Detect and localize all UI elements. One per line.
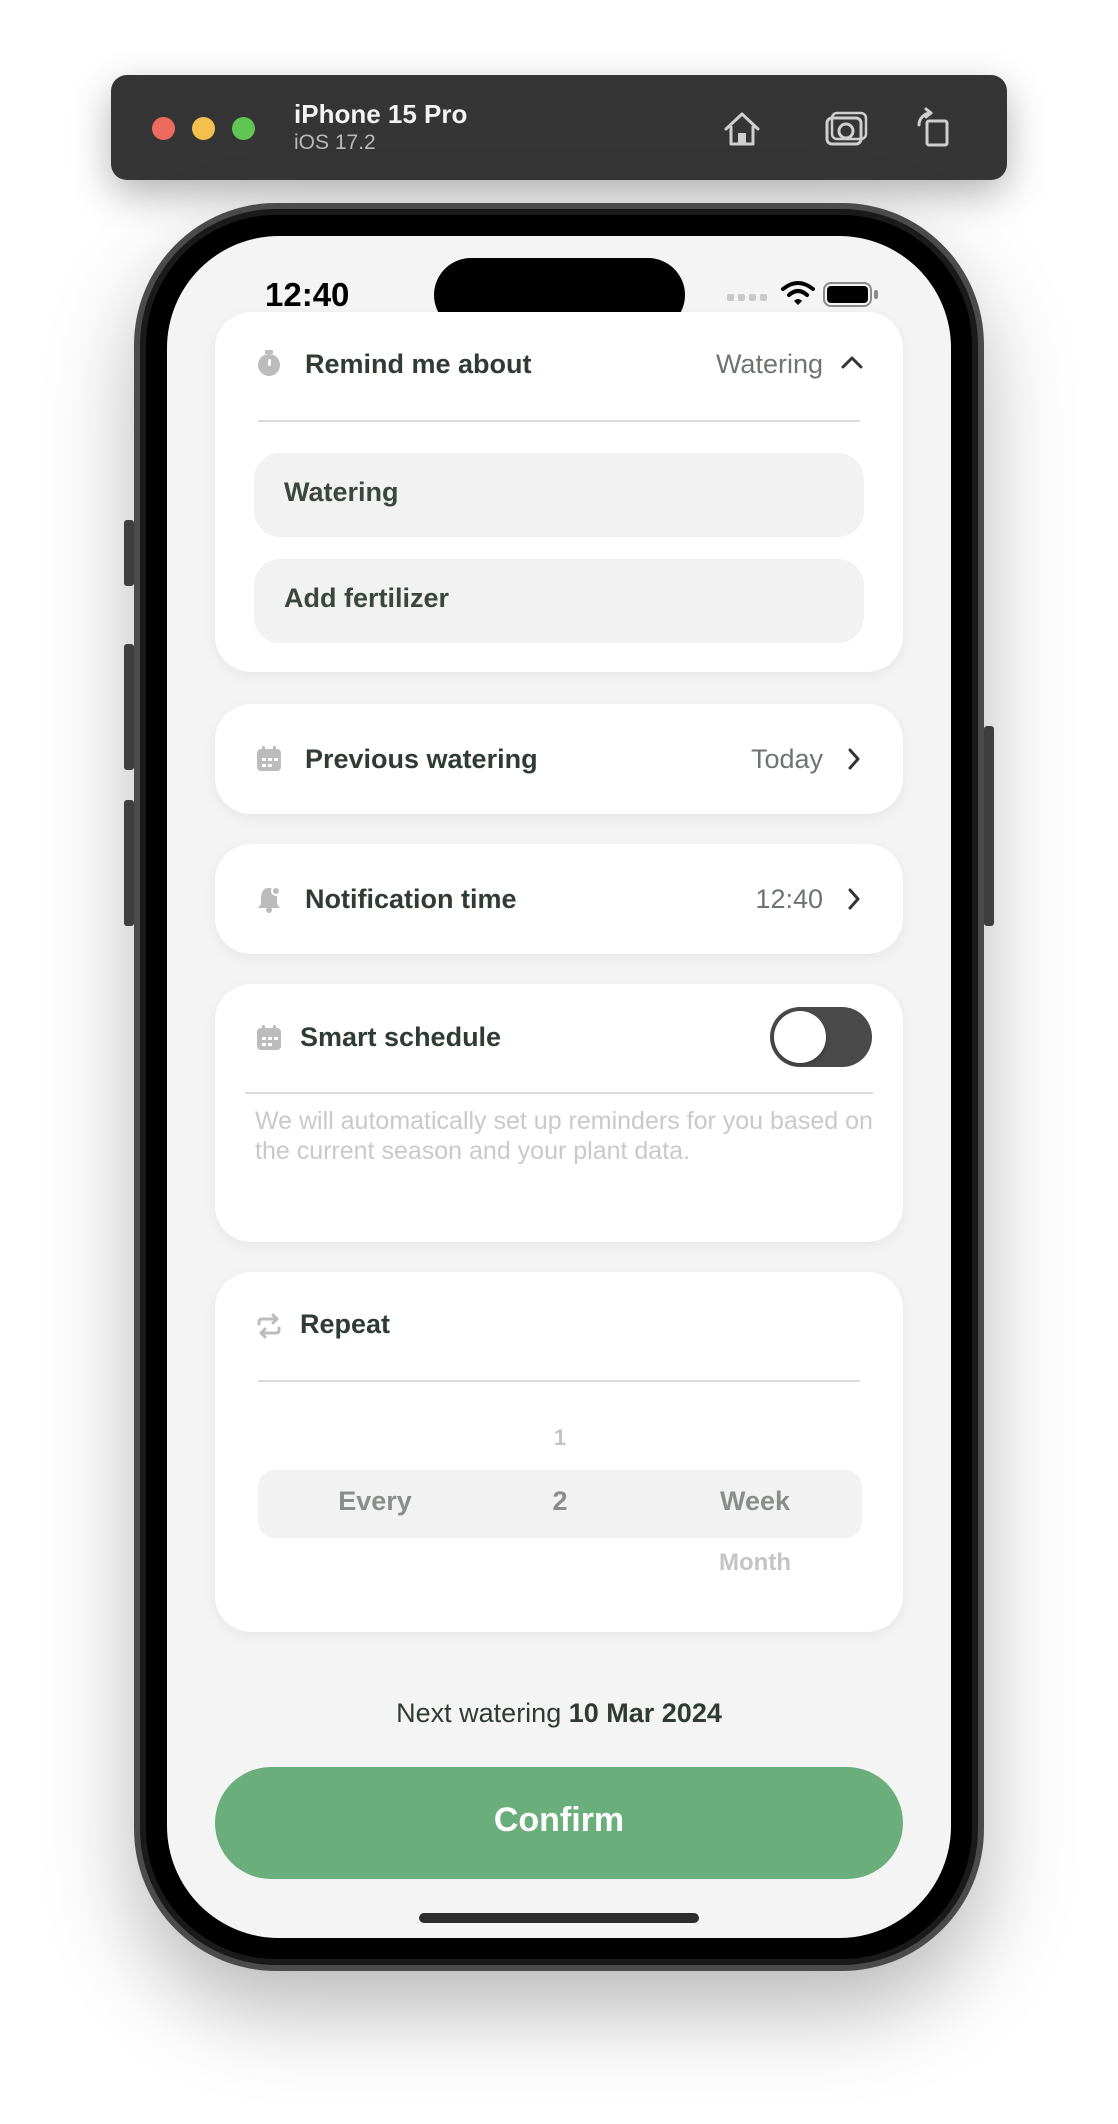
status-time: 12:40 bbox=[265, 276, 350, 313]
calendar-icon bbox=[257, 1025, 281, 1050]
screenshot-button[interactable] bbox=[820, 103, 872, 155]
remind-label: Remind me about bbox=[305, 349, 532, 379]
repeat-picker[interactable]: 1 Every 2 Week Month bbox=[215, 1412, 903, 1612]
calendar-icon bbox=[257, 746, 281, 771]
picker-unit-selected: Week bbox=[719, 1486, 791, 1516]
chevron-right-icon bbox=[848, 748, 860, 770]
picker-number-selected: 2 bbox=[552, 1486, 568, 1516]
device-name: iPhone 15 Pro bbox=[294, 99, 468, 129]
option-watering-label: Watering bbox=[284, 477, 399, 507]
next-watering-date: 10 Mar 2024 bbox=[568, 1698, 722, 1728]
rotate-button[interactable] bbox=[910, 103, 962, 155]
confirm-button[interactable]: Confirm bbox=[215, 1767, 903, 1879]
home-indicator[interactable] bbox=[419, 1913, 699, 1923]
volume-up-button bbox=[124, 644, 134, 770]
option-add-fertilizer-label: Add fertilizer bbox=[284, 583, 450, 613]
os-version: iOS 17.2 bbox=[294, 131, 376, 154]
minimize-window-button[interactable] bbox=[192, 117, 215, 140]
option-watering[interactable]: Watering bbox=[254, 453, 864, 537]
smart-schedule-divider bbox=[245, 1092, 873, 1094]
home-icon bbox=[724, 112, 760, 146]
home-button[interactable] bbox=[716, 103, 768, 155]
picker-every: Every bbox=[338, 1486, 412, 1516]
repeat-divider bbox=[258, 1380, 860, 1382]
smart-schedule-label: Smart schedule bbox=[300, 1022, 502, 1052]
picker-number-above: 1 bbox=[553, 1425, 567, 1450]
picker-unit-below: Month bbox=[719, 1549, 791, 1576]
battery-icon bbox=[823, 282, 878, 307]
remind-header[interactable]: Remind me about Watering bbox=[215, 312, 903, 416]
rotate-icon bbox=[917, 107, 949, 147]
previous-watering-row[interactable]: Previous watering Today bbox=[215, 704, 903, 814]
smart-schedule-description: We will automatically set up reminders f… bbox=[255, 1107, 873, 1165]
previous-watering-label: Previous watering bbox=[305, 744, 538, 774]
screenshot-icon bbox=[825, 111, 868, 146]
confirm-label: Confirm bbox=[493, 1801, 625, 1839]
option-add-fertilizer[interactable]: Add fertilizer bbox=[254, 559, 864, 643]
smart-schedule-card: Smart schedule We will automatically set… bbox=[215, 984, 903, 1242]
bell-icon bbox=[258, 886, 281, 913]
next-watering-text: Next watering 10 Mar 2024 bbox=[167, 1698, 951, 1729]
notification-time-row[interactable]: Notification time 12:40 bbox=[215, 844, 903, 954]
zoom-window-button[interactable] bbox=[232, 117, 255, 140]
smart-schedule-toggle[interactable] bbox=[770, 1007, 872, 1067]
wifi-icon bbox=[781, 281, 815, 305]
timer-icon bbox=[258, 350, 280, 376]
chevron-up-icon bbox=[841, 356, 863, 369]
repeat-label: Repeat bbox=[300, 1309, 391, 1339]
volume-down-button bbox=[124, 800, 134, 926]
previous-watering-value: Today bbox=[750, 744, 823, 774]
remind-value: Watering bbox=[715, 349, 823, 379]
simulator-toolbar: iPhone 15 Pro iOS 17.2 bbox=[111, 75, 1007, 180]
notification-time-label: Notification time bbox=[305, 884, 517, 914]
repeat-card: Repeat 1 Every 2 Week Month bbox=[215, 1272, 903, 1632]
remind-divider bbox=[258, 420, 860, 422]
repeat-icon bbox=[257, 1313, 281, 1339]
power-button bbox=[984, 726, 994, 926]
cellular-signal-icon bbox=[727, 294, 767, 301]
toggle-knob bbox=[774, 1011, 826, 1063]
close-window-button[interactable] bbox=[152, 117, 175, 140]
notification-time-value: 12:40 bbox=[755, 884, 823, 914]
chevron-right-icon bbox=[848, 888, 860, 910]
phone-screen: 12:40 Remind me about Watering Watering … bbox=[167, 236, 951, 1938]
next-watering-prefix: Next watering bbox=[396, 1698, 562, 1728]
remind-card: Remind me about Watering Watering Add fe… bbox=[215, 312, 903, 672]
action-button bbox=[124, 520, 134, 586]
